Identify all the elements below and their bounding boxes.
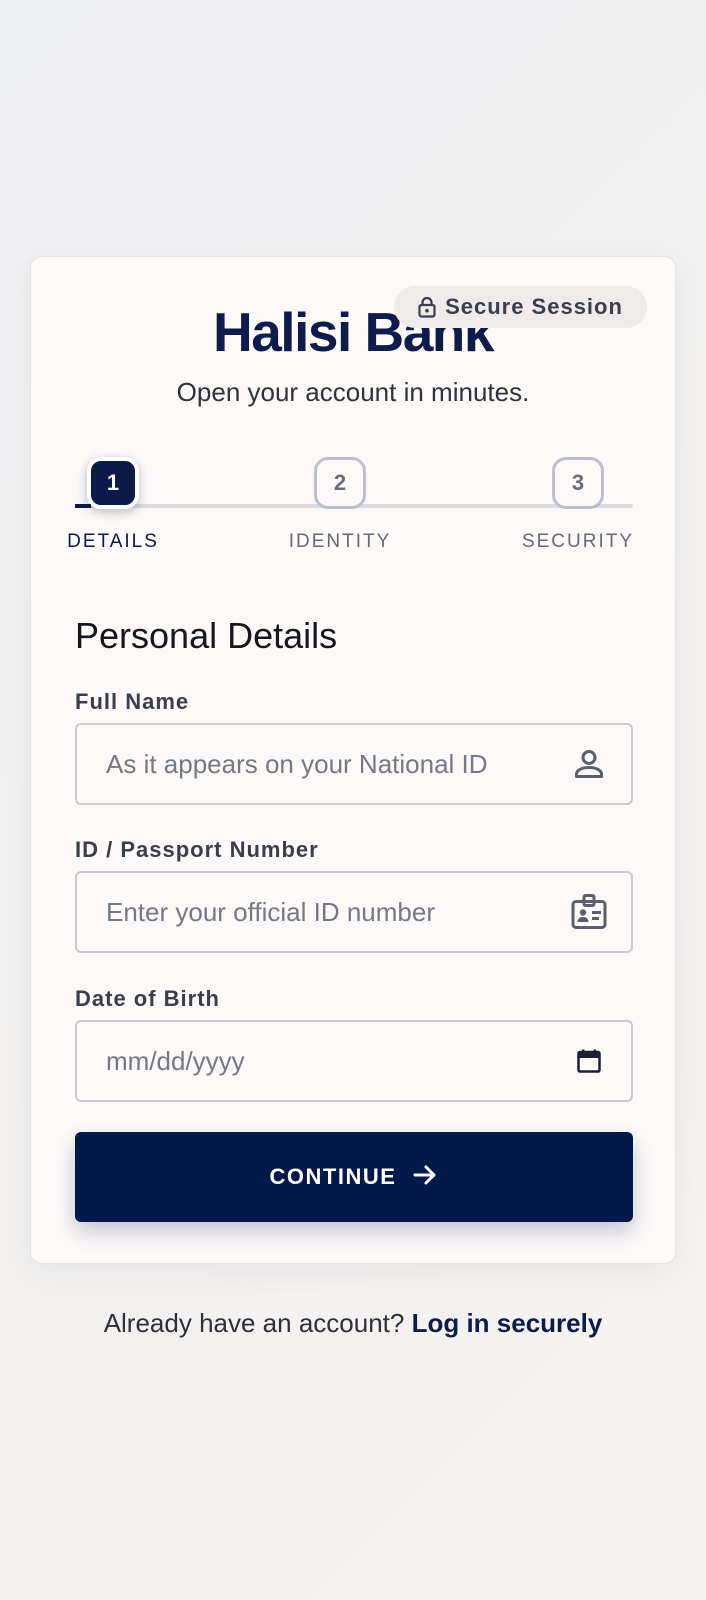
login-prompt-text: Already have an account?: [103, 1308, 405, 1338]
login-link[interactable]: Log in securely: [412, 1308, 603, 1338]
step-identity: 2 IDENTITY: [270, 457, 410, 553]
continue-label: CONTINUE: [269, 1164, 397, 1189]
person-icon: [569, 744, 609, 784]
lock-icon: [418, 296, 436, 318]
step-label: SECURITY: [521, 531, 635, 552]
tagline: Open your account in minutes.: [176, 377, 530, 407]
login-prompt: Already have an account? Log in securely: [0, 1308, 706, 1339]
full-name-field[interactable]: [75, 723, 633, 805]
step-number: 1: [87, 457, 139, 509]
step-label: DETAILS: [67, 531, 159, 552]
dob-field[interactable]: [75, 1020, 633, 1102]
id-card-icon: [569, 892, 609, 932]
id-number-field[interactable]: [75, 871, 633, 953]
dob-input[interactable]: [106, 1045, 569, 1077]
calendar-icon[interactable]: [569, 1041, 609, 1081]
full-name-input[interactable]: [106, 748, 569, 780]
progress-stepper: 1 DETAILS 2 IDENTITY 3 SECURITY: [67, 457, 633, 557]
dob-label: Date of Birth: [75, 986, 220, 1011]
step-security: 3 SECURITY: [508, 457, 648, 553]
step-number: 2: [314, 457, 366, 509]
secure-session-badge: Secure Session: [394, 286, 647, 328]
continue-button[interactable]: CONTINUE: [75, 1132, 633, 1222]
id-number-input[interactable]: [106, 896, 569, 928]
secure-session-label: Secure Session: [445, 294, 623, 319]
step-label: IDENTITY: [288, 531, 392, 552]
signup-card: Secure Session Halisi Bank Open your acc…: [30, 256, 676, 1264]
full-name-label: Full Name: [75, 689, 190, 714]
step-details: 1 DETAILS: [43, 457, 183, 553]
section-title: Personal Details: [75, 615, 338, 656]
arrow-right-icon: [412, 1162, 438, 1193]
step-number: 3: [552, 457, 604, 509]
id-number-label: ID / Passport Number: [75, 837, 319, 862]
